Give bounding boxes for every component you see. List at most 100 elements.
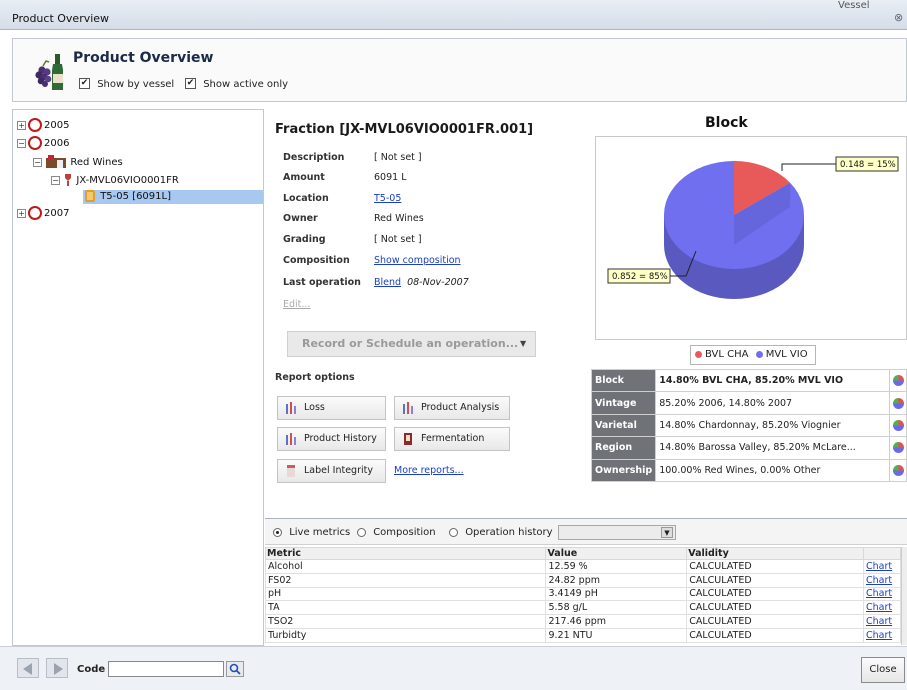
location-label: Location	[283, 193, 329, 204]
vintage-value: 85.20% 2006, 14.80% 2007	[655, 391, 891, 415]
close-button[interactable]: Close	[861, 657, 905, 683]
collapse-icon[interactable]: −	[33, 157, 42, 167]
ownership-label: Ownership	[590, 458, 657, 482]
composition-label: Composition	[283, 255, 350, 266]
metric-value: 24.82 ppm	[545, 572, 688, 588]
loss-report-label: Loss	[304, 402, 325, 413]
location-link[interactable]: T5-05	[374, 193, 401, 204]
chart-link[interactable]: Chart	[862, 614, 902, 629]
region-value: 14.80% Barossa Valley, 85.20% McLare...	[655, 436, 891, 460]
live-metrics-radio[interactable]	[273, 527, 282, 537]
fermentation-button[interactable]: Fermentation	[394, 427, 510, 451]
vintage-chart-icon-cell[interactable]	[889, 391, 907, 415]
pie-chart-icon[interactable]	[892, 375, 904, 387]
table-header-row: Metric Value Validity	[264, 547, 902, 560]
chart-legend: BVL CHA MVL VIO	[690, 345, 816, 365]
tree-node-2006[interactable]: − 2006	[17, 136, 69, 150]
live-metrics-label: Live metrics	[289, 527, 351, 538]
region-label: Region	[590, 436, 657, 460]
legend-label: BVL CHA	[705, 349, 749, 360]
expand-icon[interactable]: +	[17, 120, 26, 130]
collapse-icon[interactable]: −	[51, 175, 60, 185]
label-icon	[287, 465, 295, 477]
product-tree: +2005 −2006 − Red Wines − JX-MVL06VIO000…	[12, 109, 264, 646]
metric-validity: CALCULATED	[686, 627, 864, 643]
show-active-only-checkbox[interactable]: ✔	[185, 78, 196, 89]
history-select[interactable]: ▼	[558, 525, 676, 540]
varietal-chart-icon-cell[interactable]	[889, 413, 907, 438]
tree-label: 2007	[44, 208, 70, 219]
metric-name: Turbidty	[264, 627, 547, 643]
tree-node-vessel[interactable]: T5-05 [6091L]	[83, 190, 263, 204]
bar-chart-icon	[286, 433, 296, 445]
block-label: Block	[590, 368, 657, 393]
metric-value: 12.59 %	[545, 559, 688, 574]
tree-label: 2006	[44, 138, 70, 149]
chart-link[interactable]: Chart	[862, 559, 902, 574]
back-arrow-icon	[23, 663, 32, 675]
forward-button[interactable]	[46, 658, 68, 678]
tab-composition[interactable]: Composition	[357, 527, 436, 538]
forward-arrow-icon	[54, 663, 63, 675]
varietal-value: 14.80% Chardonnay, 85.20% Viognier	[655, 413, 891, 438]
code-input[interactable]	[108, 661, 224, 677]
detail-panel: Fraction [JX-MVL06VIO0001FR.001] Descrip…	[265, 109, 907, 517]
overview-header: Product Overview ✔ Show by vessel ✔ Show…	[12, 38, 907, 102]
block-chart-icon-cell[interactable]	[889, 368, 907, 393]
legend-item-mvl-vio: MVL VIO	[755, 349, 808, 360]
pie-chart-icon[interactable]	[892, 464, 904, 476]
value-column-header[interactable]: Value	[545, 547, 688, 560]
metric-validity: CALCULATED	[686, 614, 864, 629]
region-chart-icon-cell[interactable]	[889, 436, 907, 460]
tree-node-red-wines[interactable]: − Red Wines	[33, 155, 123, 169]
edit-link[interactable]: Edit...	[283, 299, 310, 310]
dropdown-arrow-icon[interactable]: ▼	[661, 527, 673, 538]
product-analysis-label: Product Analysis	[421, 402, 500, 413]
metrics-table: Metric Value Validity Alcohol 12.59 % CA…	[264, 547, 902, 643]
back-button[interactable]	[17, 658, 39, 678]
tree-node-2005[interactable]: +2005	[17, 118, 69, 132]
collapse-icon[interactable]: −	[17, 138, 26, 148]
label-integrity-button[interactable]: Label Integrity	[277, 459, 386, 483]
loss-report-button[interactable]: Loss	[277, 396, 386, 420]
metrics-panel: Live metrics Composition Operation histo…	[264, 518, 907, 646]
show-by-vessel-checkbox[interactable]: ✔	[79, 78, 90, 89]
more-reports-link[interactable]: More reports...	[394, 465, 464, 476]
validity-column-header[interactable]: Validity	[686, 547, 864, 560]
tab-live-metrics[interactable]: Live metrics	[273, 527, 350, 538]
metric-name: FS02	[264, 572, 547, 588]
description-label: Description	[283, 152, 345, 163]
blend-operation-link[interactable]: Blend	[374, 277, 401, 288]
chart-link[interactable]: Chart	[862, 627, 902, 643]
metric-column-header[interactable]: Metric	[264, 547, 547, 560]
composition-radio[interactable]	[357, 527, 366, 537]
product-analysis-button[interactable]: Product Analysis	[394, 396, 510, 420]
window-close-icon[interactable]: ⊗	[894, 11, 903, 24]
code-search-button[interactable]	[226, 661, 244, 677]
document-icon	[404, 433, 412, 445]
operation-history-radio[interactable]	[449, 527, 458, 537]
show-by-vessel-option[interactable]: ✔ Show by vessel	[79, 78, 174, 90]
show-composition-link[interactable]: Show composition	[374, 255, 461, 266]
record-operation-label: Record or Schedule an operation...	[302, 337, 519, 350]
metrics-scrollbar[interactable]	[901, 547, 907, 645]
pie-chart-icon[interactable]	[892, 442, 904, 454]
chart-link[interactable]: Chart	[862, 586, 902, 602]
tree-node-2007[interactable]: +2007	[17, 206, 69, 220]
pie-chart-icon[interactable]	[892, 419, 904, 431]
tree-node-product[interactable]: − JX-MVL06VIO0001FR	[51, 174, 179, 186]
pie-chart-icon[interactable]	[892, 397, 904, 409]
metric-validity: CALCULATED	[686, 600, 864, 616]
ownership-chart-icon-cell[interactable]	[889, 458, 907, 482]
chart-link[interactable]: Chart	[862, 600, 902, 616]
tab-operation-history[interactable]: Operation history	[449, 527, 553, 538]
chart-link[interactable]: Chart	[862, 572, 902, 588]
expand-icon[interactable]: +	[17, 208, 26, 218]
product-history-button[interactable]: Product History	[277, 427, 386, 451]
last-operation-value: Blend 08-Nov-2007	[374, 277, 469, 288]
owner-value: Red Wines	[374, 213, 424, 224]
show-active-only-option[interactable]: ✔ Show active only	[185, 78, 288, 90]
dropdown-arrow-icon: ▼	[520, 339, 527, 348]
footer-bar: Code Close	[0, 646, 907, 690]
record-operation-button[interactable]: Record or Schedule an operation... ▼	[287, 331, 536, 357]
